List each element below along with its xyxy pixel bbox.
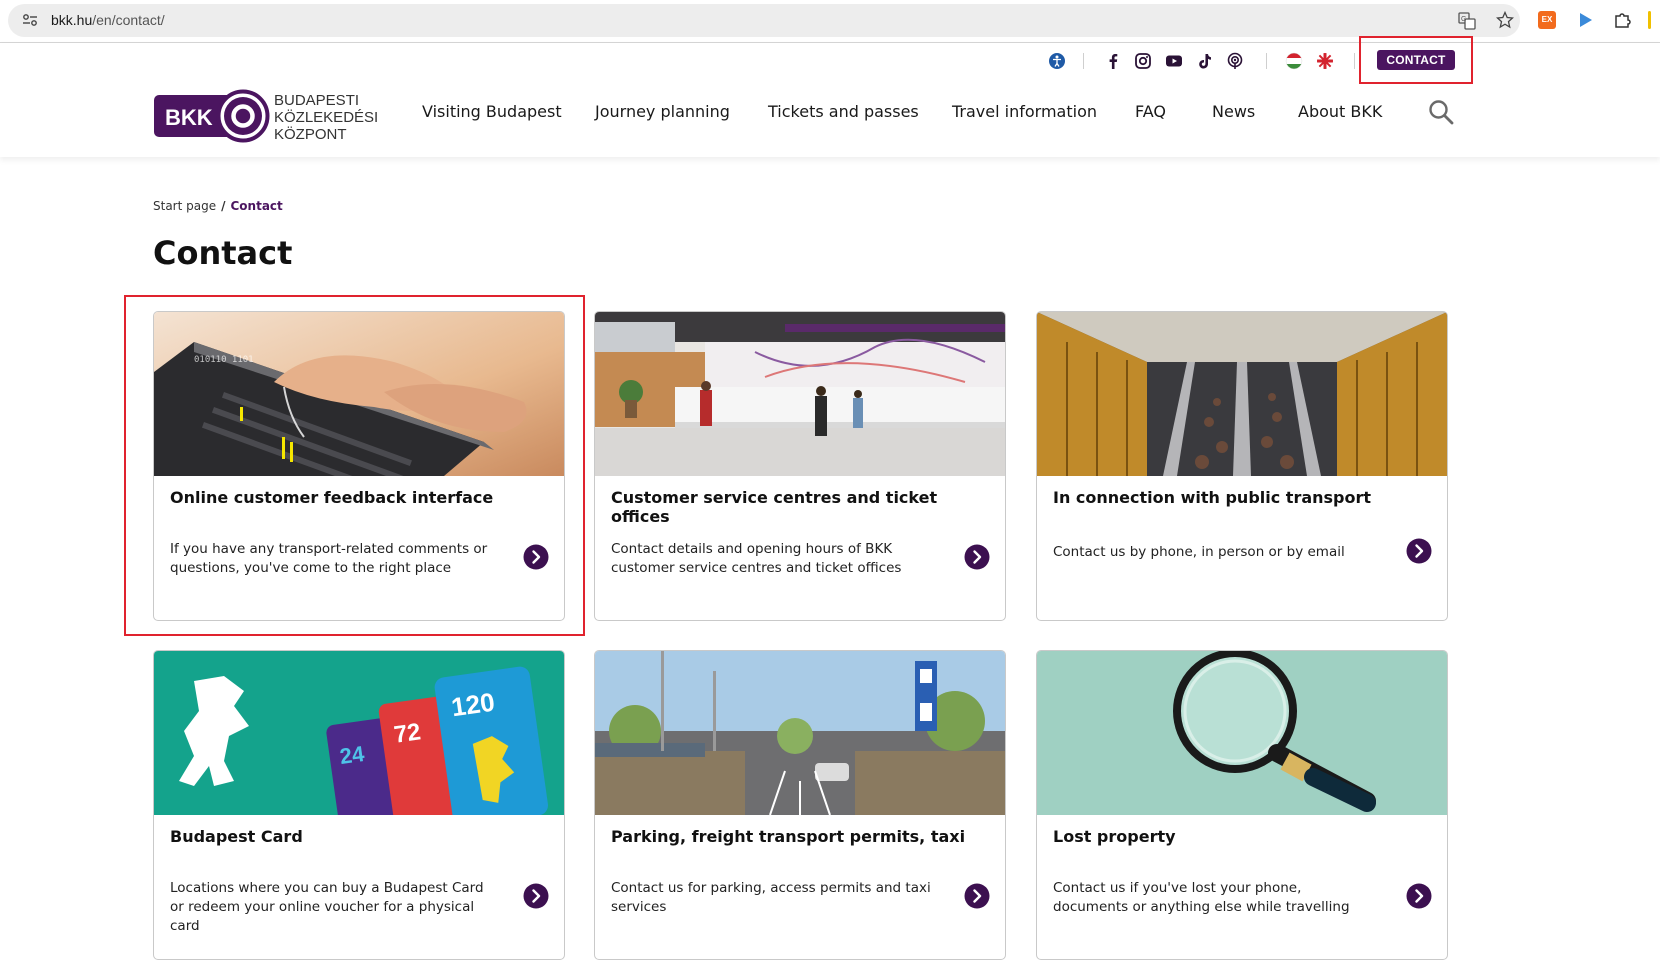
card-public-transport[interactable]: In connection with public transport Cont… bbox=[1036, 311, 1448, 621]
search-icon[interactable] bbox=[1428, 99, 1454, 125]
card-description: Contact us for parking, access permits a… bbox=[611, 880, 931, 915]
breadcrumb-home-link[interactable]: Start page bbox=[153, 199, 216, 213]
breadcrumb-current: Contact bbox=[230, 199, 283, 213]
extension-icon[interactable]: EX bbox=[1538, 11, 1556, 29]
separator bbox=[1266, 53, 1267, 69]
tiktok-icon[interactable] bbox=[1196, 52, 1214, 70]
extension-play-icon[interactable] bbox=[1576, 11, 1594, 29]
nav-about-bkk[interactable]: About BKK bbox=[1298, 102, 1382, 121]
card-online-feedback[interactable]: 010110 1101 Online customer feedback int… bbox=[153, 311, 565, 621]
logo-brand-text: BKK bbox=[165, 105, 213, 130]
profile-indicator[interactable] bbox=[1648, 11, 1651, 29]
contact-button[interactable]: CONTACT bbox=[1377, 50, 1455, 70]
chevron-right-icon[interactable] bbox=[523, 544, 549, 570]
translate-icon[interactable]: G bbox=[1458, 12, 1476, 30]
site-header: CONTACT BKK BUDAPESTI KÖZLEKEDÉSI KÖZPON… bbox=[0, 36, 1660, 157]
chevron-right-icon[interactable] bbox=[1406, 538, 1432, 564]
nav-faq[interactable]: FAQ bbox=[1135, 102, 1166, 121]
facebook-icon[interactable] bbox=[1104, 52, 1122, 70]
address-bar[interactable]: bkk.hu/en/contact/ G bbox=[8, 4, 1520, 37]
svg-text:G: G bbox=[1461, 16, 1466, 23]
logo-text: BUDAPESTI KÖZLEKEDÉSI KÖZPONT bbox=[274, 92, 379, 143]
extensions-puzzle-icon[interactable] bbox=[1613, 11, 1631, 29]
card-title: Budapest Card bbox=[170, 827, 303, 846]
card-description: If you have any transport-related commen… bbox=[170, 541, 488, 576]
chevron-right-icon[interactable] bbox=[523, 883, 549, 909]
card-image-budapest-cards: 24 72 120 bbox=[154, 651, 564, 815]
card-customer-service[interactable]: Customer service centres and ticket offi… bbox=[594, 311, 1006, 621]
card-title: Parking, freight transport permits, taxi bbox=[611, 827, 966, 846]
card-number: 24 bbox=[338, 741, 366, 769]
breadcrumb: Start page / Contact bbox=[153, 199, 283, 213]
card-image-parking-lot bbox=[595, 651, 1005, 815]
card-title: Online customer feedback interface bbox=[170, 488, 494, 507]
youtube-icon[interactable] bbox=[1165, 52, 1183, 70]
podcast-icon[interactable] bbox=[1226, 52, 1244, 70]
card-image-ticket-office bbox=[595, 312, 1005, 476]
page-title: Contact bbox=[153, 234, 293, 272]
nav-journey-planning[interactable]: Journey planning bbox=[595, 102, 730, 121]
chevron-right-icon[interactable] bbox=[1406, 883, 1432, 909]
nav-visiting-budapest[interactable]: Visiting Budapest bbox=[422, 102, 562, 121]
card-title: Lost property bbox=[1053, 827, 1176, 846]
bkk-logo[interactable]: BKK BUDAPESTI KÖZLEKEDÉSI KÖZPONT bbox=[153, 88, 383, 144]
svg-text:010110 1101: 010110 1101 bbox=[194, 355, 254, 365]
nav-travel-information[interactable]: Travel information bbox=[952, 102, 1097, 121]
hungarian-flag-icon[interactable] bbox=[1285, 52, 1303, 70]
breadcrumb-separator: / bbox=[221, 199, 226, 213]
card-description: Contact us if you've lost your phone, do… bbox=[1053, 880, 1350, 915]
card-image-magnifying-glass bbox=[1037, 651, 1447, 815]
bookmark-star-icon[interactable] bbox=[1496, 11, 1514, 29]
card-description: Contact details and opening hours of BKK… bbox=[611, 541, 902, 576]
card-parking-permits[interactable]: Parking, freight transport permits, taxi… bbox=[594, 650, 1006, 960]
instagram-icon[interactable] bbox=[1134, 52, 1152, 70]
nav-tickets-and-passes[interactable]: Tickets and passes bbox=[768, 102, 919, 121]
card-image-typing-hands: 010110 1101 bbox=[154, 312, 564, 476]
site-settings-icon[interactable] bbox=[22, 13, 38, 27]
url-text[interactable]: bkk.hu/en/contact/ bbox=[51, 12, 165, 28]
uk-flag-icon[interactable] bbox=[1316, 52, 1334, 70]
card-description: Locations where you can buy a Budapest C… bbox=[170, 880, 484, 934]
card-number: 72 bbox=[392, 718, 422, 748]
separator bbox=[1354, 53, 1355, 69]
card-description: Contact us by phone, in person or by ema… bbox=[1053, 544, 1345, 560]
nav-news[interactable]: News bbox=[1212, 102, 1255, 121]
card-title: In connection with public transport bbox=[1053, 488, 1372, 507]
accessibility-icon[interactable] bbox=[1048, 52, 1066, 70]
card-lost-property[interactable]: Lost property Contact us if you've lost … bbox=[1036, 650, 1448, 960]
card-number: 120 bbox=[449, 687, 496, 723]
card-image-metro-escalators bbox=[1037, 312, 1447, 476]
separator bbox=[1083, 53, 1084, 69]
bkk-logo-mark: BKK bbox=[154, 89, 270, 143]
chevron-right-icon[interactable] bbox=[964, 883, 990, 909]
card-title: Customer service centres and ticket offi… bbox=[611, 488, 938, 526]
chevron-right-icon[interactable] bbox=[964, 544, 990, 570]
card-budapest-card[interactable]: 24 72 120 Budapest Card Locations where … bbox=[153, 650, 565, 960]
